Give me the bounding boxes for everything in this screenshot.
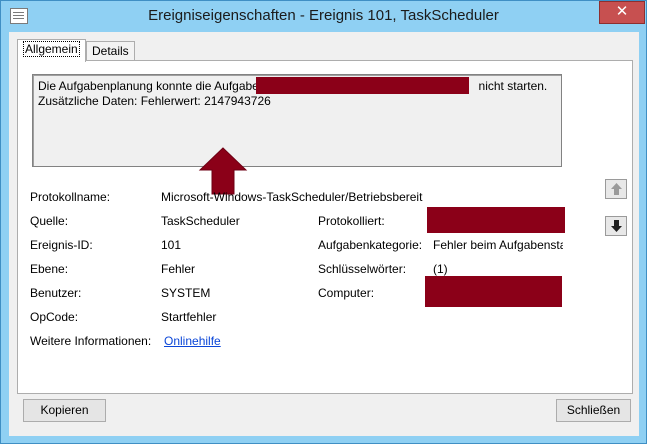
event-description-box[interactable]: Die Aufgabenplanung konnte die Aufgabe n…	[32, 74, 562, 167]
schluesselwoerter-value[interactable]: (1)	[433, 262, 533, 277]
close-button[interactable]: Schließen	[556, 399, 631, 422]
computer-label: Computer:	[318, 286, 375, 300]
next-event-button[interactable]	[605, 216, 627, 236]
general-tab-panel: Die Aufgabenplanung konnte die Aufgabe n…	[17, 60, 633, 394]
ereignis-id-value[interactable]: 101	[161, 238, 301, 253]
protokollname-label: Protokollname:	[30, 190, 111, 204]
aufgabenkategorie-value[interactable]: Fehler beim Aufgabenstart	[433, 238, 563, 253]
close-button-label: Schließen	[566, 403, 621, 417]
description-line-1-suffix: nicht starten.	[478, 79, 548, 93]
description-line-2: Zusätzliche Daten: Fehlerwert: 214794372…	[38, 94, 271, 108]
opcode-label: OpCode:	[30, 310, 79, 324]
copy-button-label: Kopieren	[40, 403, 89, 417]
description-line-1-prefix: Die Aufgabenplanung konnte die Aufgabe	[38, 79, 259, 93]
red-up-arrow-annotation	[198, 147, 248, 195]
dialog-client-area: Allgemein Details Die Aufgabenplanung ko…	[9, 32, 639, 436]
window-title: Ereigniseigenschaften - Ereignis 101, Ta…	[148, 7, 499, 24]
redaction-logged-date	[427, 207, 565, 233]
tab-details[interactable]: Details	[86, 41, 135, 61]
ereignis-id-label: Ereignis-ID:	[30, 238, 93, 252]
event-properties-window: Ereigniseigenschaften - Ereignis 101, Ta…	[0, 0, 647, 444]
tab-allgemein[interactable]: Allgemein	[17, 39, 86, 62]
benutzer-value[interactable]: SYSTEM	[161, 286, 301, 301]
weitere-informationen-label: Weitere Informationen:	[30, 334, 152, 348]
benutzer-label: Benutzer:	[30, 286, 82, 300]
tab-allgemein-label: Allgemein	[23, 41, 80, 57]
title-bar[interactable]: Ereigniseigenschaften - Ereignis 101, Ta…	[1, 1, 646, 32]
protokolliert-label: Protokolliert:	[318, 214, 385, 228]
quelle-label: Quelle:	[30, 214, 69, 228]
opcode-value[interactable]: Startfehler	[161, 310, 301, 325]
previous-event-button[interactable]	[605, 179, 627, 199]
quelle-value[interactable]: TaskScheduler	[161, 214, 301, 229]
ebene-label: Ebene:	[30, 262, 69, 276]
aufgabenkategorie-label: Aufgabenkategorie:	[318, 238, 423, 252]
redaction-task-name	[256, 77, 469, 94]
copy-button[interactable]: Kopieren	[23, 399, 106, 422]
schluesselwoerter-label: Schlüsselwörter:	[318, 262, 407, 276]
protokollname-value[interactable]: Microsoft-Windows-TaskScheduler/Betriebs…	[161, 190, 481, 205]
redaction-computer-name	[425, 276, 562, 307]
arrow-down-icon	[611, 220, 622, 232]
ebene-value[interactable]: Fehler	[161, 262, 301, 277]
close-window-button[interactable]: ✕	[599, 1, 645, 24]
onlinehilfe-link[interactable]: Onlinehilfe	[164, 334, 221, 349]
arrow-up-icon	[611, 183, 622, 195]
tab-details-label: Details	[92, 44, 129, 58]
